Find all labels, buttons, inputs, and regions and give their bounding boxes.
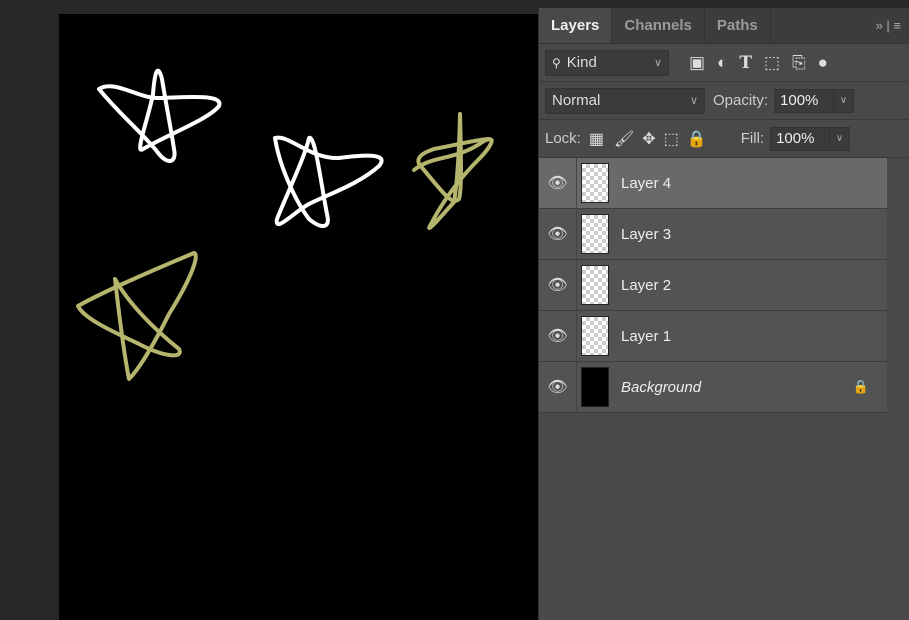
lock-image-icon[interactable]: 🖌: [614, 129, 634, 149]
blend-row: Normal ∨ Opacity: 100% ∨: [539, 82, 909, 120]
chevron-down-icon: ∨: [689, 95, 698, 107]
panel-tabs: Layers Channels Paths » | ≡: [539, 8, 909, 44]
fill-input[interactable]: 100% ∨: [770, 126, 851, 151]
blend-mode-value: Normal: [552, 92, 601, 109]
layer-thumbnail: [581, 265, 609, 305]
opacity-input[interactable]: 100% ∨: [774, 88, 855, 113]
tab-layers[interactable]: Layers: [539, 8, 613, 43]
shape-filter-icon[interactable]: ⬚: [764, 53, 780, 73]
chevron-down-icon: ∨: [653, 57, 662, 69]
eye-icon[interactable]: 👁: [539, 209, 577, 259]
layer-thumbnail: [581, 316, 609, 356]
lock-artboard-icon[interactable]: ⬚: [664, 129, 679, 149]
tab-paths[interactable]: Paths: [705, 8, 771, 43]
layers-panel: Layers Channels Paths » | ≡ ⚲ Kind ∨ ▣ ◐…: [538, 8, 909, 620]
white-star-2-stroke: [273, 135, 384, 228]
lock-icon[interactable]: 🔒: [853, 379, 869, 395]
layer-name: Layer 1: [621, 327, 672, 345]
filter-toggle-icon[interactable]: ●: [818, 53, 828, 73]
olive-star-2-stroke: [76, 251, 198, 381]
filter-kind-select[interactable]: ⚲ Kind ∨: [545, 49, 669, 76]
lock-position-icon[interactable]: ✥: [642, 129, 655, 149]
layer-row[interactable]: 👁 Layer 1: [539, 311, 887, 362]
layer-name: Layer 3: [621, 225, 672, 243]
filter-kind-label: Kind: [566, 54, 597, 71]
opacity-value: 100%: [780, 92, 819, 109]
layer-row[interactable]: 👁 Layer 2: [539, 260, 887, 311]
tab-channels[interactable]: Channels: [612, 8, 705, 43]
lock-all-icon[interactable]: 🔒: [687, 129, 707, 149]
scrollbar[interactable]: [888, 166, 909, 620]
lock-label: Lock:: [545, 130, 581, 147]
layer-name: Layer 2: [621, 276, 672, 294]
eye-icon[interactable]: 👁: [539, 311, 577, 361]
image-filter-icon[interactable]: ▣: [689, 53, 705, 73]
blend-mode-select[interactable]: Normal ∨: [545, 87, 705, 114]
layer-name: Layer 4: [621, 174, 672, 192]
type-filter-icon[interactable]: T: [739, 53, 752, 73]
layer-thumbnail: [581, 214, 609, 254]
layer-row[interactable]: 👁 Background 🔒: [539, 362, 887, 413]
eye-icon[interactable]: 👁: [539, 362, 577, 412]
layer-thumbnail: [581, 367, 609, 407]
fill-label: Fill:: [740, 130, 765, 147]
chevron-down-icon[interactable]: ∨: [829, 127, 849, 150]
filter-row: ⚲ Kind ∨ ▣ ◐ T ⬚ ⎘ ●: [539, 44, 909, 82]
layer-name: Background: [621, 378, 702, 396]
layer-thumbnail: [581, 163, 609, 203]
layer-row[interactable]: 👁 Layer 3: [539, 209, 887, 260]
lock-row: Lock: ▦ 🖌 ✥ ⬚ 🔒 Fill: 100% ∨: [539, 120, 909, 158]
eye-icon[interactable]: 👁: [539, 260, 577, 310]
layer-row[interactable]: 👁 Layer 4: [539, 158, 887, 209]
smart-object-filter-icon[interactable]: ⎘: [792, 53, 806, 73]
adjustment-filter-icon[interactable]: ◐: [717, 53, 727, 73]
opacity-label: Opacity:: [713, 92, 769, 109]
olive-star-1-stroke: [412, 112, 494, 231]
layer-list: 👁 Layer 4 👁 Layer 3 👁 Layer 2 👁 Layer 1 …: [539, 158, 909, 413]
eye-icon[interactable]: 👁: [539, 158, 577, 208]
lock-transparent-icon[interactable]: ▦: [589, 129, 604, 149]
canvas-area[interactable]: [0, 0, 538, 620]
search-icon: ⚲: [552, 55, 561, 70]
fill-value: 100%: [776, 130, 815, 147]
document-canvas[interactable]: [59, 14, 538, 620]
panel-menu-icon[interactable]: » | ≡: [876, 8, 901, 44]
chevron-down-icon[interactable]: ∨: [833, 89, 853, 112]
